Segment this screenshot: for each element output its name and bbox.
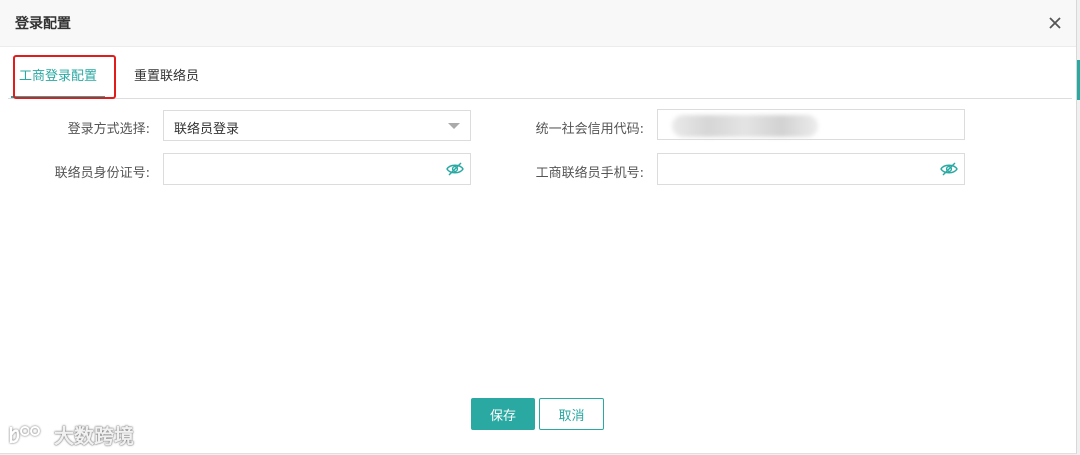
contact-id-input[interactable] xyxy=(163,153,471,185)
contact-id-label: 联络员身份证号: xyxy=(54,166,150,181)
dialog-header: 登录配置 xyxy=(0,0,1076,47)
cancel-button[interactable]: 取消 xyxy=(539,398,604,430)
eye-slash-icon[interactable] xyxy=(940,161,958,177)
redacted-value xyxy=(672,115,818,137)
tab-reset-contact[interactable]: 重置联络员 xyxy=(126,58,207,98)
login-config-dialog: 登录配置 工商登录配置 重置联络员 登录方式选择: 联络员登录 统一社会信用代码… xyxy=(0,0,1077,454)
tab-business-login-config[interactable]: 工商登录配置 xyxy=(11,58,106,98)
watermark-text: 大数跨境 xyxy=(54,424,134,448)
dialog-title: 登录配置 xyxy=(15,16,71,32)
contact-phone-input[interactable] xyxy=(657,153,965,185)
watermark-logo-icon xyxy=(9,425,40,443)
watermark: 大数跨境 xyxy=(8,420,134,449)
close-icon xyxy=(1049,17,1061,29)
credit-code-input[interactable] xyxy=(657,109,965,140)
dropdown-caret-icon xyxy=(448,123,460,129)
login-method-select[interactable]: 联络员登录 xyxy=(163,110,471,141)
tab-bar: 工商登录配置 重置联络员 xyxy=(8,58,1072,99)
eye-slash-icon[interactable] xyxy=(446,161,464,177)
credit-code-label: 统一社会信用代码: xyxy=(535,122,644,137)
close-button[interactable] xyxy=(1044,12,1066,34)
login-method-value: 联络员登录 xyxy=(174,122,240,137)
contact-phone-label: 工商联络员手机号: xyxy=(535,166,644,181)
login-method-label: 登录方式选择: xyxy=(67,122,150,137)
save-button[interactable]: 保存 xyxy=(471,398,535,430)
